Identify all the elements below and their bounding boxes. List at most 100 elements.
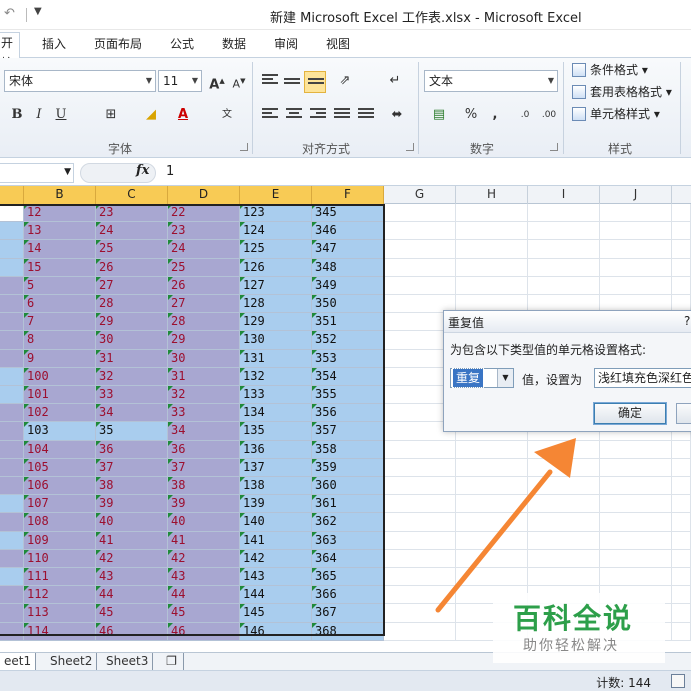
empty-cell[interactable] (672, 276, 691, 295)
empty-cell[interactable] (672, 531, 691, 550)
cell[interactable]: 8 (24, 331, 96, 350)
empty-cell[interactable] (456, 240, 528, 259)
empty-cell[interactable] (528, 222, 600, 241)
empty-cell[interactable] (600, 495, 672, 514)
cell[interactable]: 138 (240, 477, 312, 496)
cell[interactable]: 41 (96, 531, 168, 550)
cell[interactable]: 134 (240, 404, 312, 423)
column-header[interactable]: H (456, 186, 528, 204)
empty-cell[interactable] (456, 458, 528, 477)
normal-view-icon[interactable] (671, 674, 685, 688)
cell[interactable]: 113 (24, 604, 96, 623)
empty-cell[interactable] (528, 513, 600, 532)
empty-cell[interactable] (600, 276, 672, 295)
cell[interactable]: 361 (312, 495, 384, 514)
accounting-format-icon[interactable]: ▤ (428, 104, 450, 126)
cell[interactable]: 28 (96, 295, 168, 314)
cell[interactable]: 28 (168, 313, 240, 332)
cell[interactable]: 137 (240, 458, 312, 477)
cell[interactable]: 349 (312, 276, 384, 295)
cell-a[interactable] (0, 586, 24, 605)
cell[interactable]: 26 (168, 276, 240, 295)
empty-cell[interactable] (528, 531, 600, 550)
empty-cell[interactable] (456, 222, 528, 241)
help-icon[interactable]: ? (684, 314, 690, 328)
empty-cell[interactable] (456, 568, 528, 587)
cell[interactable]: 44 (168, 586, 240, 605)
cell[interactable]: 29 (168, 331, 240, 350)
formula-input[interactable]: 1 (166, 164, 174, 179)
cell[interactable]: 352 (312, 331, 384, 350)
empty-cell[interactable] (600, 477, 672, 496)
empty-cell[interactable] (672, 622, 691, 641)
empty-cell[interactable] (672, 458, 691, 477)
cancel-button[interactable] (676, 403, 691, 424)
cell[interactable]: 127 (240, 276, 312, 295)
tab-insert[interactable]: 插入 (36, 34, 72, 58)
align-center-icon[interactable] (286, 108, 302, 120)
cell-a[interactable] (0, 440, 24, 459)
sheet-tab-2[interactable]: Sheet2 (46, 653, 98, 670)
empty-cell[interactable] (528, 495, 600, 514)
name-box[interactable]: ▼ (0, 163, 74, 183)
empty-cell[interactable] (384, 477, 456, 496)
cell[interactable]: 36 (168, 440, 240, 459)
column-header[interactable]: D (168, 186, 240, 204)
cell[interactable]: 104 (24, 440, 96, 459)
cell[interactable]: 125 (240, 240, 312, 259)
empty-cell[interactable] (600, 458, 672, 477)
cell[interactable]: 363 (312, 531, 384, 550)
wrap-text-icon[interactable]: ↵ (384, 70, 406, 92)
sheet-tab-3[interactable]: Sheet3 (102, 653, 154, 670)
empty-cell[interactable] (456, 549, 528, 568)
insert-function-icon[interactable]: fx (136, 163, 149, 178)
cell-a[interactable] (0, 549, 24, 568)
cell[interactable]: 25 (96, 240, 168, 259)
cell[interactable]: 135 (240, 422, 312, 441)
empty-cell[interactable] (384, 531, 456, 550)
cell[interactable]: 24 (96, 222, 168, 241)
phonetic-icon[interactable]: 文 (216, 104, 238, 126)
cell[interactable]: 364 (312, 549, 384, 568)
ok-button[interactable]: 确定 (593, 402, 667, 425)
cell[interactable]: 139 (240, 495, 312, 514)
cell[interactable]: 106 (24, 477, 96, 496)
tab-page-layout[interactable]: 页面布局 (88, 34, 148, 58)
cell[interactable]: 36 (96, 440, 168, 459)
cell[interactable]: 42 (168, 549, 240, 568)
cell-a[interactable] (0, 513, 24, 532)
empty-cell[interactable] (672, 568, 691, 587)
cell[interactable]: 126 (240, 258, 312, 277)
empty-cell[interactable] (456, 531, 528, 550)
cell[interactable]: 114 (24, 622, 96, 641)
tab-home[interactable]: 开始 (0, 32, 20, 70)
cell[interactable]: 43 (96, 568, 168, 587)
cell[interactable]: 33 (168, 404, 240, 423)
empty-cell[interactable] (672, 204, 691, 223)
empty-cell[interactable] (600, 440, 672, 459)
decrease-indent-icon[interactable] (334, 108, 350, 120)
cell[interactable]: 44 (96, 586, 168, 605)
sheet-tab-1[interactable]: eet1 (0, 653, 37, 670)
empty-cell[interactable] (528, 440, 600, 459)
cell[interactable]: 22 (168, 204, 240, 223)
number-format-combo[interactable]: 文本 ▼ (424, 70, 558, 92)
empty-cell[interactable] (456, 477, 528, 496)
cell[interactable]: 128 (240, 295, 312, 314)
empty-cell[interactable] (528, 549, 600, 568)
cell[interactable]: 145 (240, 604, 312, 623)
empty-cell[interactable] (384, 586, 456, 605)
cell[interactable]: 32 (168, 386, 240, 405)
cell[interactable]: 347 (312, 240, 384, 259)
cell[interactable]: 124 (240, 222, 312, 241)
empty-cell[interactable] (456, 440, 528, 459)
tab-view[interactable]: 视图 (320, 34, 356, 58)
cell[interactable]: 143 (240, 568, 312, 587)
cell-a[interactable] (0, 477, 24, 496)
grow-font-icon[interactable]: A▲ (206, 70, 228, 92)
cell[interactable]: 35 (96, 422, 168, 441)
borders-icon[interactable]: ⊞ (100, 104, 122, 126)
cell-a[interactable] (0, 386, 24, 405)
cell[interactable]: 38 (96, 477, 168, 496)
value-type-select[interactable]: 重复 ▼ (450, 368, 514, 388)
